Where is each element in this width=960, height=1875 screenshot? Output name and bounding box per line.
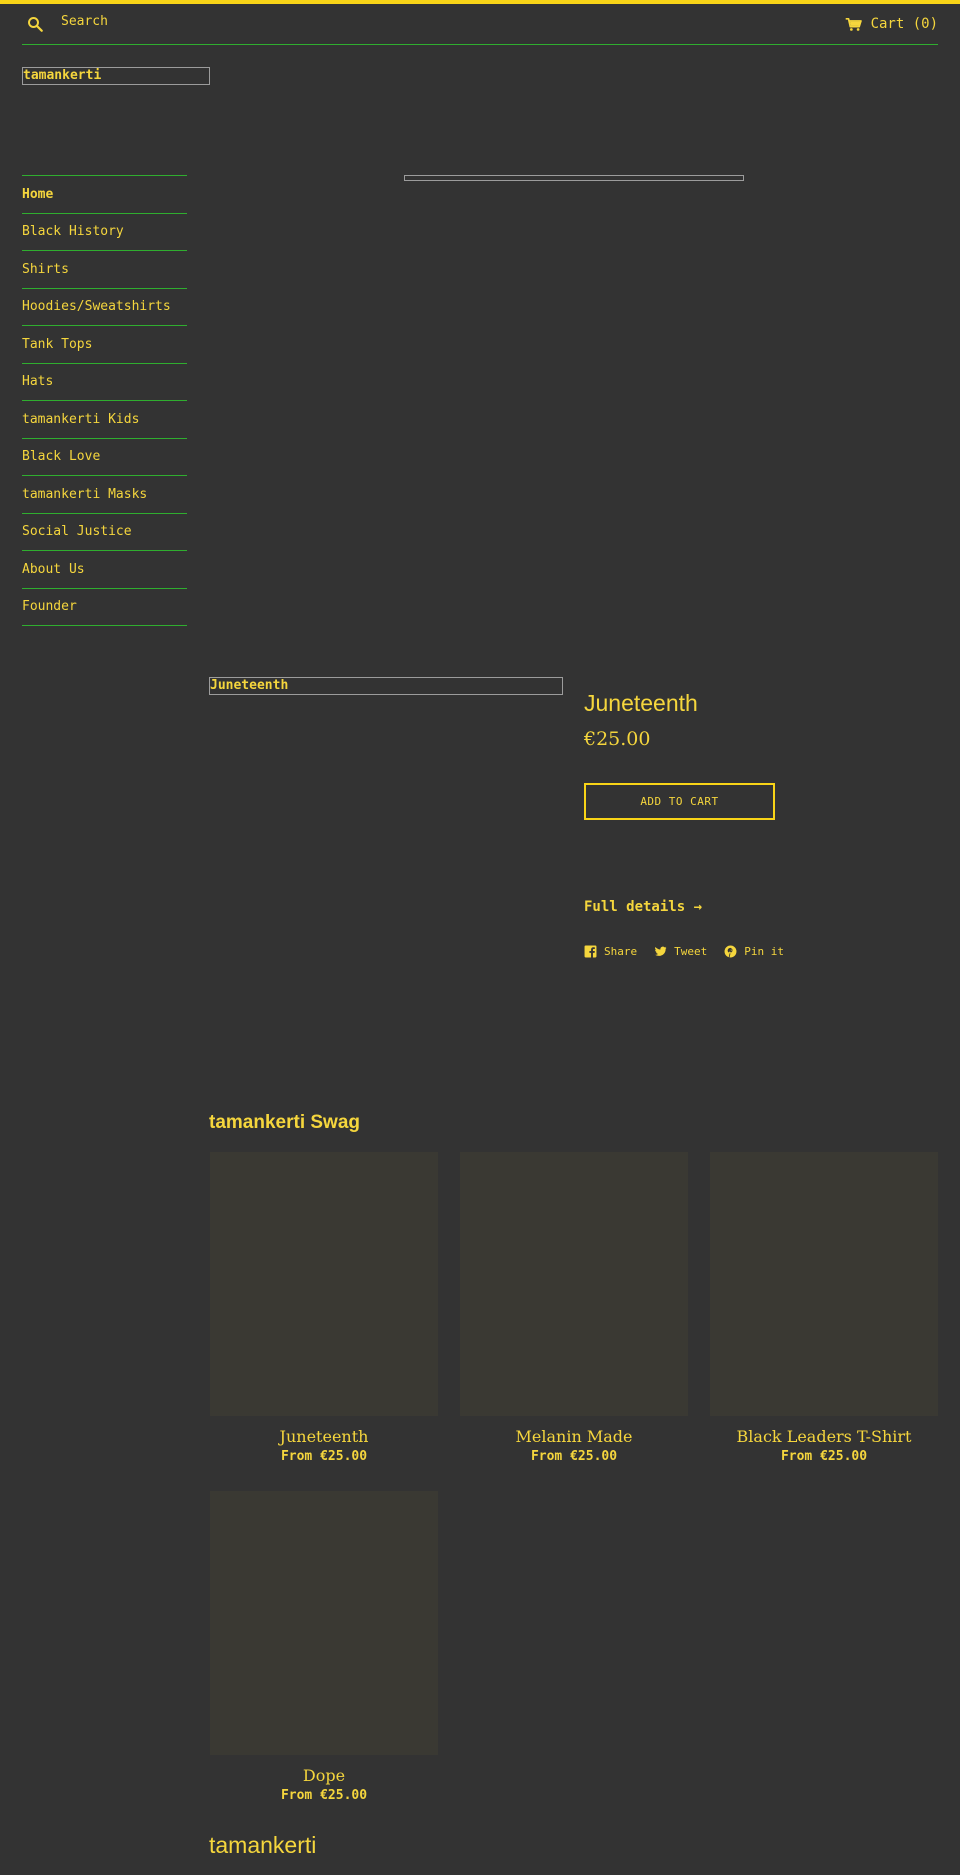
nav-item-black-love[interactable]: Black Love [22,439,187,476]
product-card-name[interactable]: Dope [210,1766,438,1785]
nav-item-home[interactable]: Home [22,176,187,214]
nav-item-about-us[interactable]: About Us [22,551,187,589]
share-pinterest-button[interactable]: Pin it [724,945,784,958]
collection-title: tamankerti Swag [209,1112,360,1133]
search-icon[interactable] [26,15,44,33]
sidebar-nav: Home Black History Shirts Hoodies/Sweats… [22,175,187,626]
product-card-name[interactable]: Black Leaders T-Shirt [710,1427,938,1446]
twitter-icon [655,946,667,956]
nav-item-kids[interactable]: tamankerti Kids [22,401,187,439]
footer-site-name[interactable]: tamankerti [209,1832,316,1859]
pinterest-icon [724,945,737,958]
share-label: Share [604,945,638,958]
site-header: Search Cart (0) [22,4,938,45]
search-input[interactable]: Search [61,14,108,29]
add-to-cart-button[interactable]: ADD TO CART [584,783,775,820]
nav-item-black-history[interactable]: Black History [22,214,187,251]
nav-item-hoodies-sweatshirts[interactable]: Hoodies/Sweatshirts [22,289,187,326]
site-logo[interactable]: tamankerti [22,67,210,85]
cart-link[interactable]: Cart (0) [845,16,938,32]
share-facebook-button[interactable]: Share [584,945,637,958]
nav-item-founder[interactable]: Founder [22,589,187,626]
product-card-price: From €25.00 [280,1788,368,1803]
product-thumbnail[interactable] [210,1152,438,1416]
product-card-price: From €25.00 [530,1449,618,1464]
product-price: €25.00 [584,728,651,750]
nav-item-social-justice[interactable]: Social Justice [22,514,187,551]
product-card[interactable]: Dope From €25.00 [210,1491,438,1803]
nav-item-shirts[interactable]: Shirts [22,251,187,289]
product-thumbnail[interactable] [460,1152,688,1416]
facebook-icon [584,945,597,958]
product-card-price: From €25.00 [280,1449,368,1464]
product-title: Juneteenth [584,690,698,716]
social-share: Share Tweet Pin it [584,945,784,958]
nav-item-hats[interactable]: Hats [22,364,187,401]
full-details-link[interactable]: Full details → [584,899,702,915]
product-card-name[interactable]: Juneteenth [210,1427,438,1446]
hero-image-placeholder [404,175,744,181]
share-twitter-button[interactable]: Tweet [654,945,707,958]
product-thumbnail[interactable] [210,1491,438,1755]
nav-item-tank-tops[interactable]: Tank Tops [22,326,187,364]
product-card-name[interactable]: Melanin Made [460,1427,688,1446]
pin-label: Pin it [744,945,784,958]
product-card[interactable]: Melanin Made From €25.00 [460,1152,688,1464]
product-thumbnail[interactable] [710,1152,938,1416]
product-card-price: From €25.00 [780,1449,868,1464]
product-image[interactable]: Juneteenth [209,677,563,695]
nav-item-masks[interactable]: tamankerti Masks [22,476,187,514]
cart-label: Cart (0) [870,16,938,32]
product-card[interactable]: Juneteenth From €25.00 [210,1152,438,1464]
tweet-label: Tweet [674,945,708,958]
cart-icon [845,17,862,31]
product-card[interactable]: Black Leaders T-Shirt From €25.00 [710,1152,938,1464]
